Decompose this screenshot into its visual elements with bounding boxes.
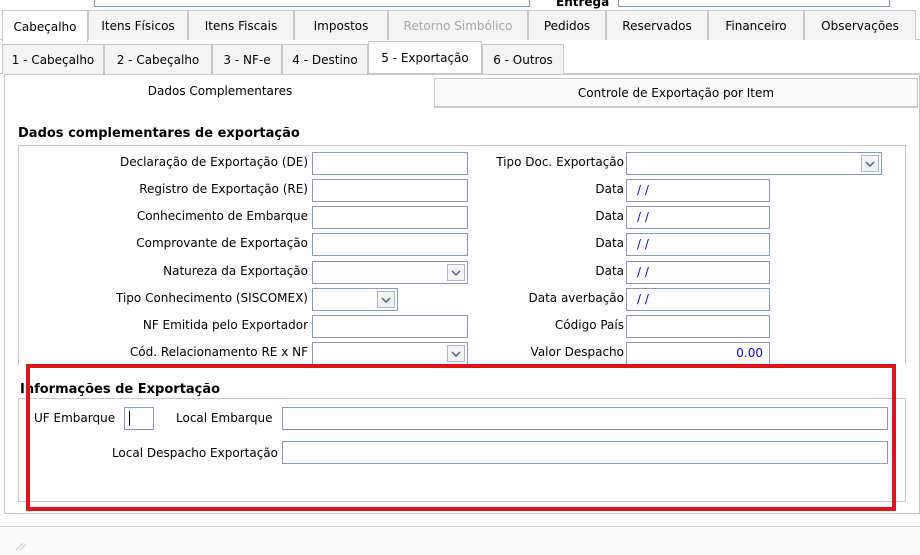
tab-label: 2 - Cabeçalho [116,52,200,67]
tab-financeiro[interactable]: Financeiro [708,10,804,40]
inner-tab-baseline [434,106,918,107]
chevron-down-icon[interactable] [447,264,465,281]
subtab-6-outros[interactable]: 6 - Outros [482,44,564,74]
nf-emitida-label: NF Emitida pelo Exportador [142,318,308,332]
subtab-2-cabecalho[interactable]: 2 - Cabeçalho [104,44,212,74]
cod-relacionamento-label: Cód. Relacionamento RE x NF [129,345,308,359]
tab-label: 1 - Cabeçalho [11,52,95,67]
tab-impostos[interactable]: Impostos [294,10,388,40]
comprovante-exportacao-label: Comprovante de Exportação [136,236,308,250]
valor-despacho-label: Valor Despacho [530,345,624,359]
cod-relacionamento-select[interactable] [312,342,468,365]
tab-label: Observações [821,18,899,33]
status-bar [0,526,920,555]
highlight-box [26,364,896,511]
tab-label: 4 - Destino [292,52,358,67]
data-input-4[interactable]: / / [626,261,770,284]
tab-label: Pedidos [543,18,591,33]
inner-tab-dados-complementares[interactable]: Dados Complementares [6,76,434,106]
registro-exportacao-input[interactable] [312,179,468,202]
tab-label: Itens Fiscais [204,18,278,33]
tab-label: Reservados [622,18,692,33]
chevron-down-icon[interactable] [447,345,465,362]
tipo-conhecimento-label: Tipo Conhecimento (SISCOMEX) [116,291,308,305]
conhecimento-embarque-input[interactable] [312,206,468,229]
tab-cabecalho[interactable]: Cabeçalho [2,10,88,42]
tipo-doc-exportacao-label: Tipo Doc. Exportação [496,155,624,169]
codigo-pais-label: Código País [554,318,624,332]
tab-retorno-simbolico[interactable]: Retorno Simbólico [388,10,528,40]
tab-pedidos[interactable]: Pedidos [528,10,606,40]
inner-tab-controle-exportacao[interactable]: Controle de Exportação por Item [434,78,918,108]
subtab-5-exportacao[interactable]: 5 - Exportação [368,41,482,73]
conhecimento-embarque-label: Conhecimento de Embarque [136,209,308,223]
declaracao-exportacao-label: Declaração de Exportação (DE) [119,155,308,169]
valor-despacho-input[interactable]: 0.00 [626,342,770,365]
tab-label: Itens Físicos [101,18,175,33]
tipo-conhecimento-select[interactable] [312,288,398,311]
data-label-1: Data [595,182,624,196]
chevron-down-icon[interactable] [377,291,395,308]
entrega-label: Entrega [556,0,610,9]
subtab-3-nfe[interactable]: 3 - NF-e [212,44,282,74]
inner-tab-label: Controle de Exportação por Item [577,86,775,100]
tab-observacoes[interactable]: Observações [804,10,916,40]
data-label-4: Data [595,264,624,278]
top-field-cut[interactable] [94,0,530,7]
tab-label: 6 - Outros [493,52,553,67]
tab-label: 5 - Exportação [381,50,469,65]
resize-grip-icon[interactable] [14,540,28,551]
tipo-doc-exportacao-select[interactable] [626,152,882,175]
data-input-1[interactable]: / / [626,179,770,202]
inner-tab-label: Dados Complementares [147,84,293,98]
main-tab-bar: Cabeçalho Itens Físicos Itens Fiscais Im… [0,10,920,42]
tab-label: Retorno Simbólico [403,18,513,33]
data-averbacao-input[interactable]: / / [626,288,770,311]
natureza-exportacao-label: Natureza da Exportação [163,264,308,278]
data-input-3[interactable]: / / [626,233,770,256]
data-label-2: Data [595,209,624,223]
tab-itens-fisicos[interactable]: Itens Físicos [88,10,188,40]
tab-label: Cabeçalho [13,19,77,34]
codigo-pais-input[interactable] [626,315,770,338]
tab-label: Impostos [313,18,369,33]
entrega-field[interactable] [618,0,890,7]
chevron-down-icon[interactable] [861,155,879,172]
subtab-4-destino[interactable]: 4 - Destino [282,44,368,74]
sub-tab-bar: 1 - Cabeçalho 2 - Cabeçalho 3 - NF-e 4 -… [0,41,920,74]
data-averbacao-label: Data averbação [528,291,624,305]
registro-exportacao-label: Registro de Exportação (RE) [139,182,308,196]
comprovante-exportacao-input[interactable] [312,233,468,256]
tab-label: Financeiro [725,18,787,33]
tab-reservados[interactable]: Reservados [606,10,708,40]
data-label-3: Data [595,236,624,250]
section-dados-complementares-title: Dados complementares de exportação [18,126,300,141]
declaracao-exportacao-input[interactable] [312,152,468,175]
natureza-exportacao-select[interactable] [312,261,468,284]
subtab-1-cabecalho[interactable]: 1 - Cabeçalho [2,44,104,74]
tab-itens-fiscais[interactable]: Itens Fiscais [188,10,294,40]
nf-emitida-input[interactable] [312,315,468,338]
data-input-2[interactable]: / / [626,206,770,229]
tab-label: 3 - NF-e [223,52,271,67]
